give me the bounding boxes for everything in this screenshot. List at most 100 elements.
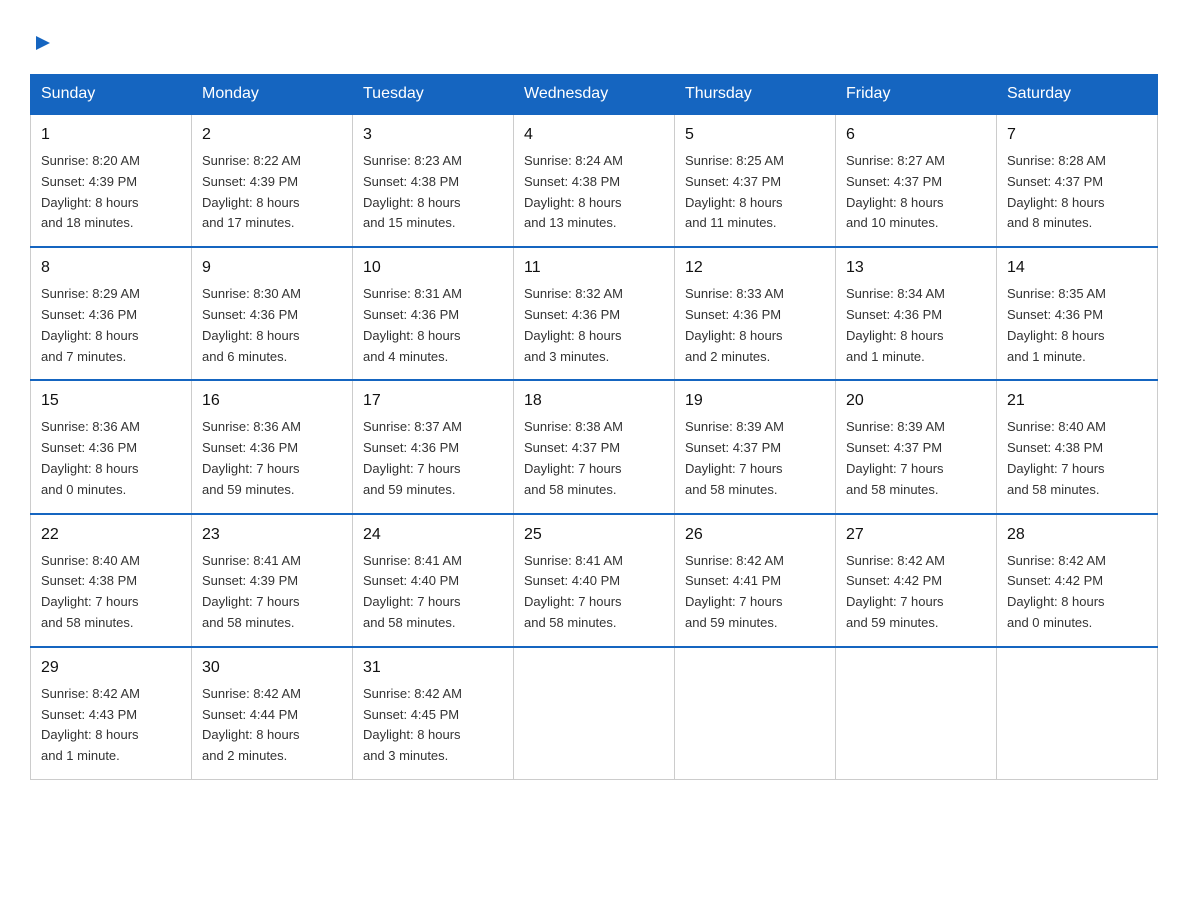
- logo: [30, 30, 54, 54]
- day-info: Sunrise: 8:23 AM Sunset: 4:38 PM Dayligh…: [363, 151, 503, 234]
- calendar-cell: 26 Sunrise: 8:42 AM Sunset: 4:41 PM Dayli…: [675, 514, 836, 647]
- day-info: Sunrise: 8:42 AM Sunset: 4:45 PM Dayligh…: [363, 684, 503, 767]
- day-info: Sunrise: 8:41 AM Sunset: 4:40 PM Dayligh…: [524, 551, 664, 634]
- calendar-cell: 17 Sunrise: 8:37 AM Sunset: 4:36 PM Dayli…: [353, 380, 514, 513]
- calendar-cell: 8 Sunrise: 8:29 AM Sunset: 4:36 PM Daylig…: [31, 247, 192, 380]
- day-number: 12: [685, 256, 825, 280]
- day-number: 4: [524, 123, 664, 147]
- day-info: Sunrise: 8:22 AM Sunset: 4:39 PM Dayligh…: [202, 151, 342, 234]
- weekday-header-row: SundayMondayTuesdayWednesdayThursdayFrid…: [31, 75, 1158, 115]
- page-header: [30, 30, 1158, 54]
- calendar-cell: [675, 647, 836, 780]
- day-number: 2: [202, 123, 342, 147]
- day-info: Sunrise: 8:32 AM Sunset: 4:36 PM Dayligh…: [524, 284, 664, 367]
- calendar-cell: 20 Sunrise: 8:39 AM Sunset: 4:37 PM Dayli…: [836, 380, 997, 513]
- day-number: 29: [41, 656, 181, 680]
- day-number: 19: [685, 389, 825, 413]
- calendar-week-1: 1 Sunrise: 8:20 AM Sunset: 4:39 PM Daylig…: [31, 114, 1158, 247]
- calendar-cell: 14Sunrise: 8:35 AM Sunset: 4:36 PM Dayli…: [997, 247, 1158, 380]
- day-info: Sunrise: 8:39 AM Sunset: 4:37 PM Dayligh…: [685, 417, 825, 500]
- weekday-header-tuesday: Tuesday: [353, 75, 514, 115]
- day-number: 28: [1007, 523, 1147, 547]
- day-number: 16: [202, 389, 342, 413]
- day-info: Sunrise: 8:30 AM Sunset: 4:36 PM Dayligh…: [202, 284, 342, 367]
- calendar-cell: 3 Sunrise: 8:23 AM Sunset: 4:38 PM Daylig…: [353, 114, 514, 247]
- day-info: Sunrise: 8:24 AM Sunset: 4:38 PM Dayligh…: [524, 151, 664, 234]
- weekday-header-saturday: Saturday: [997, 75, 1158, 115]
- day-number: 24: [363, 523, 503, 547]
- calendar-cell: 4 Sunrise: 8:24 AM Sunset: 4:38 PM Daylig…: [514, 114, 675, 247]
- calendar-cell: [514, 647, 675, 780]
- calendar-week-5: 29Sunrise: 8:42 AM Sunset: 4:43 PM Dayli…: [31, 647, 1158, 780]
- calendar-cell: 6 Sunrise: 8:27 AM Sunset: 4:37 PM Daylig…: [836, 114, 997, 247]
- calendar-week-4: 22 Sunrise: 8:40 AM Sunset: 4:38 PM Dayli…: [31, 514, 1158, 647]
- calendar-cell: 23 Sunrise: 8:41 AM Sunset: 4:39 PM Dayli…: [192, 514, 353, 647]
- day-number: 27: [846, 523, 986, 547]
- day-number: 23: [202, 523, 342, 547]
- day-info: Sunrise: 8:31 AM Sunset: 4:36 PM Dayligh…: [363, 284, 503, 367]
- day-number: 31: [363, 656, 503, 680]
- weekday-header-wednesday: Wednesday: [514, 75, 675, 115]
- calendar-cell: 1 Sunrise: 8:20 AM Sunset: 4:39 PM Daylig…: [31, 114, 192, 247]
- day-number: 7: [1007, 123, 1147, 147]
- calendar-cell: 7 Sunrise: 8:28 AM Sunset: 4:37 PM Daylig…: [997, 114, 1158, 247]
- calendar-cell: 19 Sunrise: 8:39 AM Sunset: 4:37 PM Dayli…: [675, 380, 836, 513]
- day-number: 14: [1007, 256, 1147, 280]
- day-number: 15: [41, 389, 181, 413]
- calendar-week-2: 8 Sunrise: 8:29 AM Sunset: 4:36 PM Daylig…: [31, 247, 1158, 380]
- day-number: 22: [41, 523, 181, 547]
- day-info: Sunrise: 8:20 AM Sunset: 4:39 PM Dayligh…: [41, 151, 181, 234]
- day-info: Sunrise: 8:42 AM Sunset: 4:41 PM Dayligh…: [685, 551, 825, 634]
- day-number: 30: [202, 656, 342, 680]
- day-number: 5: [685, 123, 825, 147]
- calendar-cell: 5 Sunrise: 8:25 AM Sunset: 4:37 PM Daylig…: [675, 114, 836, 247]
- day-number: 20: [846, 389, 986, 413]
- day-number: 18: [524, 389, 664, 413]
- day-number: 1: [41, 123, 181, 147]
- day-info: Sunrise: 8:36 AM Sunset: 4:36 PM Dayligh…: [41, 417, 181, 500]
- calendar-cell: 22 Sunrise: 8:40 AM Sunset: 4:38 PM Dayli…: [31, 514, 192, 647]
- weekday-header-monday: Monday: [192, 75, 353, 115]
- calendar-cell: 18 Sunrise: 8:38 AM Sunset: 4:37 PM Dayli…: [514, 380, 675, 513]
- day-info: Sunrise: 8:41 AM Sunset: 4:39 PM Dayligh…: [202, 551, 342, 634]
- day-info: Sunrise: 8:41 AM Sunset: 4:40 PM Dayligh…: [363, 551, 503, 634]
- day-info: Sunrise: 8:29 AM Sunset: 4:36 PM Dayligh…: [41, 284, 181, 367]
- day-number: 13: [846, 256, 986, 280]
- calendar-cell: 10 Sunrise: 8:31 AM Sunset: 4:36 PM Dayli…: [353, 247, 514, 380]
- day-info: Sunrise: 8:27 AM Sunset: 4:37 PM Dayligh…: [846, 151, 986, 234]
- calendar-cell: 31 Sunrise: 8:42 AM Sunset: 4:45 PM Dayli…: [353, 647, 514, 780]
- day-number: 11: [524, 256, 664, 280]
- day-info: Sunrise: 8:25 AM Sunset: 4:37 PM Dayligh…: [685, 151, 825, 234]
- calendar-cell: 25Sunrise: 8:41 AM Sunset: 4:40 PM Dayli…: [514, 514, 675, 647]
- calendar-cell: 2 Sunrise: 8:22 AM Sunset: 4:39 PM Daylig…: [192, 114, 353, 247]
- calendar-cell: 30 Sunrise: 8:42 AM Sunset: 4:44 PM Dayli…: [192, 647, 353, 780]
- day-number: 10: [363, 256, 503, 280]
- calendar-cell: 21 Sunrise: 8:40 AM Sunset: 4:38 PM Dayli…: [997, 380, 1158, 513]
- calendar-cell: 12Sunrise: 8:33 AM Sunset: 4:36 PM Dayli…: [675, 247, 836, 380]
- day-number: 21: [1007, 389, 1147, 413]
- calendar-cell: 16Sunrise: 8:36 AM Sunset: 4:36 PM Dayli…: [192, 380, 353, 513]
- day-info: Sunrise: 8:37 AM Sunset: 4:36 PM Dayligh…: [363, 417, 503, 500]
- calendar-cell: [836, 647, 997, 780]
- weekday-header-thursday: Thursday: [675, 75, 836, 115]
- day-number: 3: [363, 123, 503, 147]
- day-info: Sunrise: 8:38 AM Sunset: 4:37 PM Dayligh…: [524, 417, 664, 500]
- day-info: Sunrise: 8:42 AM Sunset: 4:44 PM Dayligh…: [202, 684, 342, 767]
- day-info: Sunrise: 8:34 AM Sunset: 4:36 PM Dayligh…: [846, 284, 986, 367]
- day-info: Sunrise: 8:28 AM Sunset: 4:37 PM Dayligh…: [1007, 151, 1147, 234]
- calendar-cell: 29Sunrise: 8:42 AM Sunset: 4:43 PM Dayli…: [31, 647, 192, 780]
- day-info: Sunrise: 8:42 AM Sunset: 4:42 PM Dayligh…: [1007, 551, 1147, 634]
- day-number: 6: [846, 123, 986, 147]
- calendar-table: SundayMondayTuesdayWednesdayThursdayFrid…: [30, 74, 1158, 780]
- day-number: 17: [363, 389, 503, 413]
- calendar-cell: 24 Sunrise: 8:41 AM Sunset: 4:40 PM Dayli…: [353, 514, 514, 647]
- day-info: Sunrise: 8:40 AM Sunset: 4:38 PM Dayligh…: [41, 551, 181, 634]
- weekday-header-friday: Friday: [836, 75, 997, 115]
- day-info: Sunrise: 8:40 AM Sunset: 4:38 PM Dayligh…: [1007, 417, 1147, 500]
- calendar-cell: 11 Sunrise: 8:32 AM Sunset: 4:36 PM Dayli…: [514, 247, 675, 380]
- day-info: Sunrise: 8:39 AM Sunset: 4:37 PM Dayligh…: [846, 417, 986, 500]
- calendar-cell: [997, 647, 1158, 780]
- calendar-body: 1 Sunrise: 8:20 AM Sunset: 4:39 PM Daylig…: [31, 114, 1158, 779]
- day-number: 26: [685, 523, 825, 547]
- day-number: 8: [41, 256, 181, 280]
